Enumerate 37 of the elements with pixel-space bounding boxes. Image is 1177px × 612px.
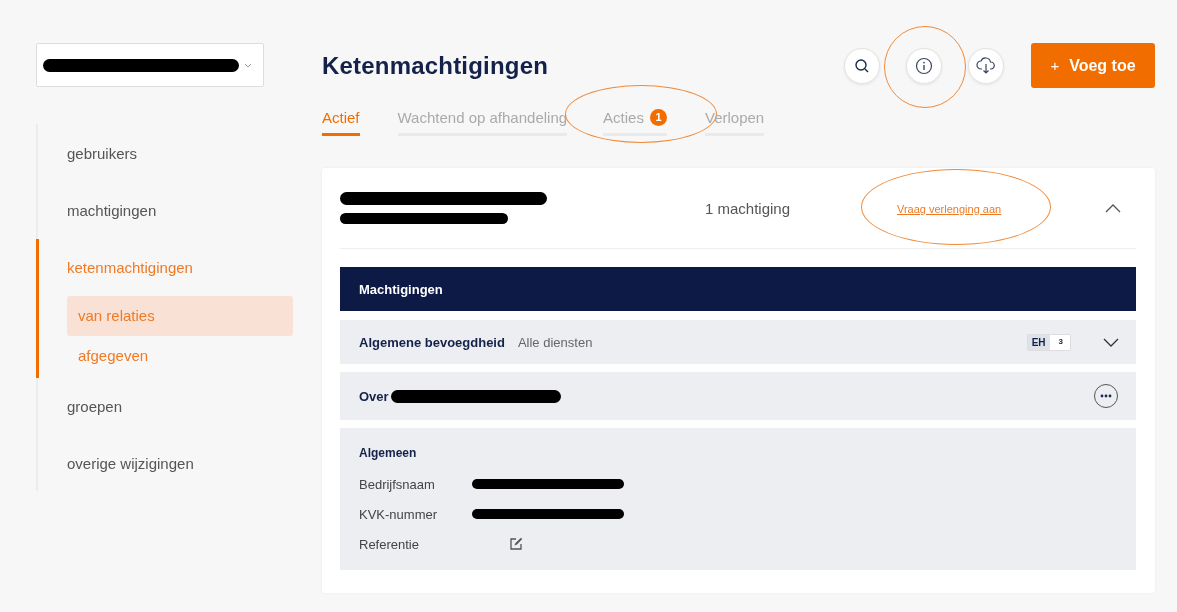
tab[interactable]: Wachtend op afhandeling	[397, 103, 568, 136]
sidebar-item[interactable]: groepen	[39, 378, 322, 435]
sidebar-subitem[interactable]: van relaties	[67, 296, 293, 336]
sidebar-item[interactable]: ketenmachtigingen	[39, 239, 322, 296]
extension-link[interactable]: Vraag verlenging aan	[897, 203, 1002, 215]
info-icon	[915, 56, 933, 75]
info-button[interactable]	[906, 47, 942, 84]
permission-count: 1 machtiging	[705, 199, 792, 217]
add-button[interactable]: + Voeg toe	[1031, 43, 1155, 88]
tab[interactable]: Acties 1	[603, 103, 667, 136]
field-label: KVK-nummer	[359, 506, 439, 522]
ellipsis-icon	[1100, 394, 1112, 398]
details-heading: Algemeen	[359, 446, 418, 460]
table-header: Machtigingen	[340, 267, 1136, 311]
permission-scope: Alle diensten	[517, 334, 593, 350]
count-badge: 1	[649, 108, 667, 126]
cloud-download-icon	[976, 56, 996, 75]
account-select[interactable]	[36, 43, 264, 87]
level-badge: EH 3	[1026, 333, 1071, 351]
chevron-down-icon	[244, 62, 252, 68]
edit-icon[interactable]	[509, 537, 523, 551]
download-button[interactable]	[968, 47, 1004, 84]
about-label: Over	[359, 388, 389, 404]
search-icon	[854, 57, 870, 74]
permission-title: Algemene bevoegdheid	[359, 334, 505, 350]
search-button[interactable]	[844, 47, 880, 84]
field-label: Referentie	[359, 536, 420, 552]
permission-row[interactable]: Algemene bevoegdheid Alle diensten EH 3	[340, 320, 1136, 364]
chevron-down-icon[interactable]	[1103, 337, 1119, 347]
field-label: Bedrijfsnaam	[359, 476, 436, 492]
sidebar-item[interactable]: gebruikers	[39, 125, 322, 182]
sidebar-item[interactable]: machtigingen	[39, 182, 322, 239]
sidebar-item[interactable]: overige wijzigingen	[39, 435, 322, 492]
page-title: Ketenmachtigingen	[322, 51, 549, 80]
sidebar-subitem[interactable]: afgegeven	[67, 336, 293, 378]
tab[interactable]: Actief	[322, 103, 360, 136]
chevron-up-icon[interactable]	[1105, 203, 1121, 213]
